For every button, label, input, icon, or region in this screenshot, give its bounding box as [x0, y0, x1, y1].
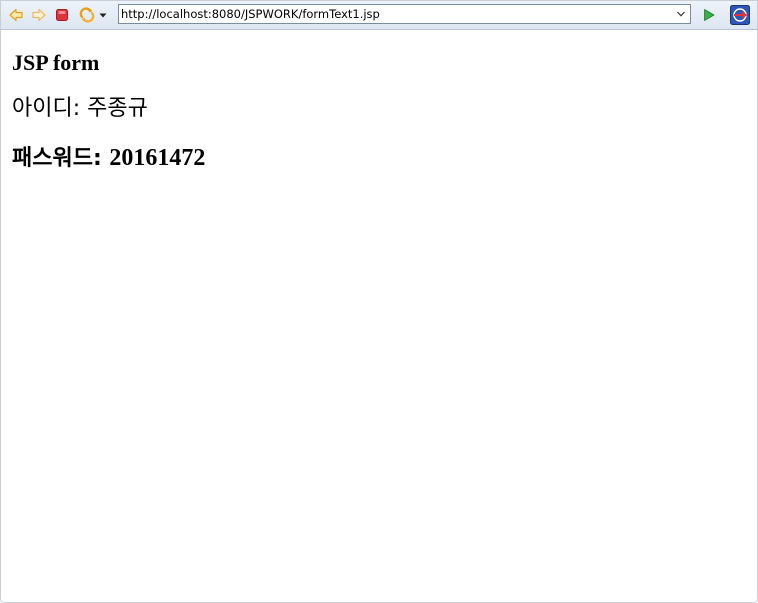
refresh-icon[interactable] — [78, 6, 96, 24]
browser-toolbar — [1, 1, 757, 30]
password-value: 20161472 — [109, 145, 206, 171]
address-bar[interactable] — [118, 4, 691, 24]
password-label: 패스워드: — [12, 146, 110, 171]
browser-window: JSP form 아이디: 주종규 패스워드: 20161472 — [0, 0, 758, 603]
chevron-down-icon[interactable] — [674, 7, 688, 21]
id-label: 아이디: — [12, 96, 88, 121]
id-value: 주종규 — [87, 96, 148, 121]
id-line: 아이디: 주종규 — [12, 92, 148, 125]
forward-arrow-icon[interactable] — [30, 6, 48, 24]
go-play-icon[interactable] — [700, 6, 718, 24]
page-title: JSP form — [12, 50, 100, 75]
stop-icon[interactable] — [53, 6, 71, 24]
open-external-icon[interactable] — [730, 5, 750, 25]
password-line: 패스워드: 20161472 — [12, 142, 205, 175]
url-input[interactable] — [121, 6, 671, 22]
dropdown-arrow-icon[interactable] — [97, 6, 109, 24]
back-arrow-icon[interactable] — [7, 6, 25, 24]
